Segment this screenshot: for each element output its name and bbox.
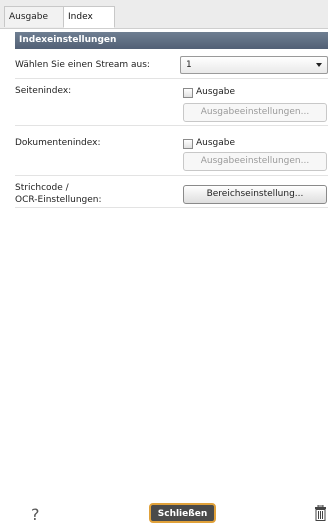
tab-ausgabe[interactable]: Ausgabe (4, 6, 69, 27)
index-settings-panel: Ausgabe Index Indexeinstellungen Wählen … (0, 0, 328, 527)
area-settings-button[interactable]: Bereichseinstellung... (183, 185, 327, 204)
barcode-label-line2: OCR-Einstellungen: (15, 195, 102, 205)
dokumentenindex-output-settings-button[interactable]: Ausgabeeinstellungen... (183, 152, 327, 171)
seitenindex-label: Seitenindex: (15, 86, 72, 96)
dokumentenindex-label: Dokumentenindex: (15, 138, 101, 148)
seitenindex-ausgabe-label: Ausgabe (196, 87, 236, 97)
tab-bar: Ausgabe Index (0, 0, 328, 29)
stream-label: Wählen Sie einen Stream aus: (15, 60, 150, 70)
stream-select[interactable]: 1 (180, 56, 328, 74)
dokumentenindex-ausgabe-checkbox[interactable] (183, 139, 193, 149)
seitenindex-ausgabe-checkbox[interactable] (183, 88, 193, 98)
seitenindex-output-settings-button[interactable]: Ausgabeeinstellungen... (183, 103, 327, 122)
barcode-label-line1: Strichcode / (15, 183, 69, 193)
trash-icon[interactable] (315, 505, 326, 521)
dokumentenindex-ausgabe-label: Ausgabe (196, 138, 236, 148)
stream-select-value: 1 (186, 60, 192, 70)
help-icon[interactable]: ? (31, 505, 40, 524)
tab-index[interactable]: Index (63, 6, 115, 28)
chevron-down-icon (316, 63, 322, 67)
section-header: Indexeinstellungen (15, 32, 328, 49)
close-button[interactable]: Schließen (149, 503, 216, 523)
